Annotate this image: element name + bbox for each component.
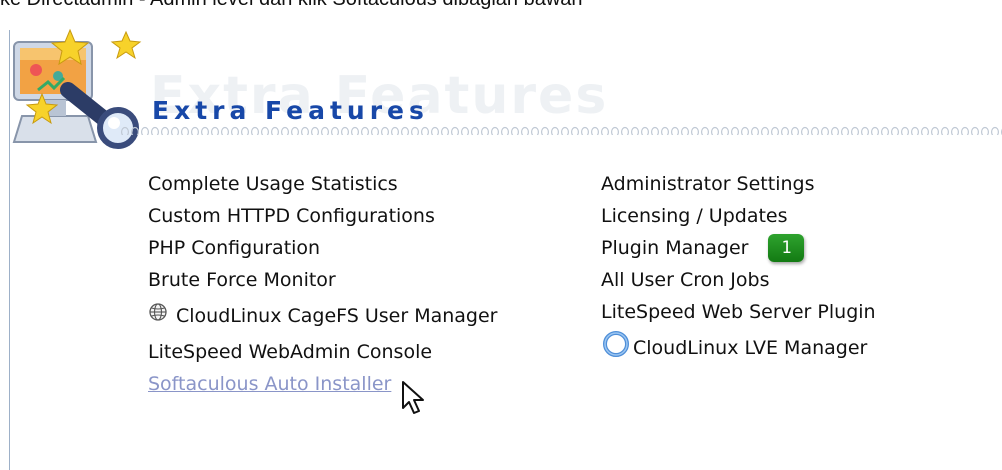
left-menu-column: Complete Usage Statistics Custom HTTPD C… [148, 168, 498, 400]
menu-item-softaculous-auto-installer[interactable]: Softaculous Auto Installer [148, 368, 498, 400]
menu-item-label: All User Cron Jobs [601, 269, 770, 291]
menu-item-label: Softaculous Auto Installer [148, 373, 392, 395]
notification-badge: 1 [768, 234, 805, 262]
menu-item-plugin-manager[interactable]: Plugin Manager 1 [601, 232, 876, 264]
menu-item-cloudlinux-cagefs-user-manager[interactable]: CloudLinux CageFS User Manager [148, 296, 498, 336]
menu-item-all-user-cron-jobs[interactable]: All User Cron Jobs [601, 264, 876, 296]
right-menu-column: Administrator Settings Licensing / Updat… [601, 168, 876, 368]
section-divider [120, 123, 1002, 135]
menu-item-label: CloudLinux CageFS User Manager [176, 305, 498, 327]
menu-item-php-configuration[interactable]: PHP Configuration [148, 232, 498, 264]
menu-item-custom-httpd-configurations[interactable]: Custom HTTPD Configurations [148, 200, 498, 232]
ring-icon [601, 329, 631, 359]
menu-item-litespeed-webadmin-console[interactable]: LiteSpeed WebAdmin Console [148, 336, 498, 368]
menu-item-label: Complete Usage Statistics [148, 173, 398, 195]
menu-item-administrator-settings[interactable]: Administrator Settings [601, 168, 876, 200]
menu-item-litespeed-web-server-plugin[interactable]: LiteSpeed Web Server Plugin [601, 296, 876, 328]
page-caption: ke Directadmin - Admin level dan klik So… [0, 0, 583, 11]
section-title: Extra Features [152, 96, 429, 125]
menu-item-cloudlinux-lve-manager[interactable]: CloudLinux LVE Manager [601, 328, 876, 368]
globe-icon [148, 302, 168, 322]
menu-item-label: PHP Configuration [148, 237, 321, 259]
menu-item-label: LiteSpeed WebAdmin Console [148, 341, 433, 363]
menu-item-label: LiteSpeed Web Server Plugin [601, 301, 876, 323]
menu-item-complete-usage-statistics[interactable]: Complete Usage Statistics [148, 168, 498, 200]
menu-item-label: Custom HTTPD Configurations [148, 205, 435, 227]
menu-item-label: CloudLinux LVE Manager [633, 337, 868, 359]
menu-item-label: Brute Force Monitor [148, 269, 336, 291]
menu-item-licensing-updates[interactable]: Licensing / Updates [601, 200, 876, 232]
menu-item-label: Administrator Settings [601, 173, 815, 195]
menu-item-brute-force-monitor[interactable]: Brute Force Monitor [148, 264, 498, 296]
mouse-cursor-icon [400, 380, 430, 416]
menu-item-label: Plugin Manager [601, 237, 749, 259]
menu-item-label: Licensing / Updates [601, 205, 788, 227]
